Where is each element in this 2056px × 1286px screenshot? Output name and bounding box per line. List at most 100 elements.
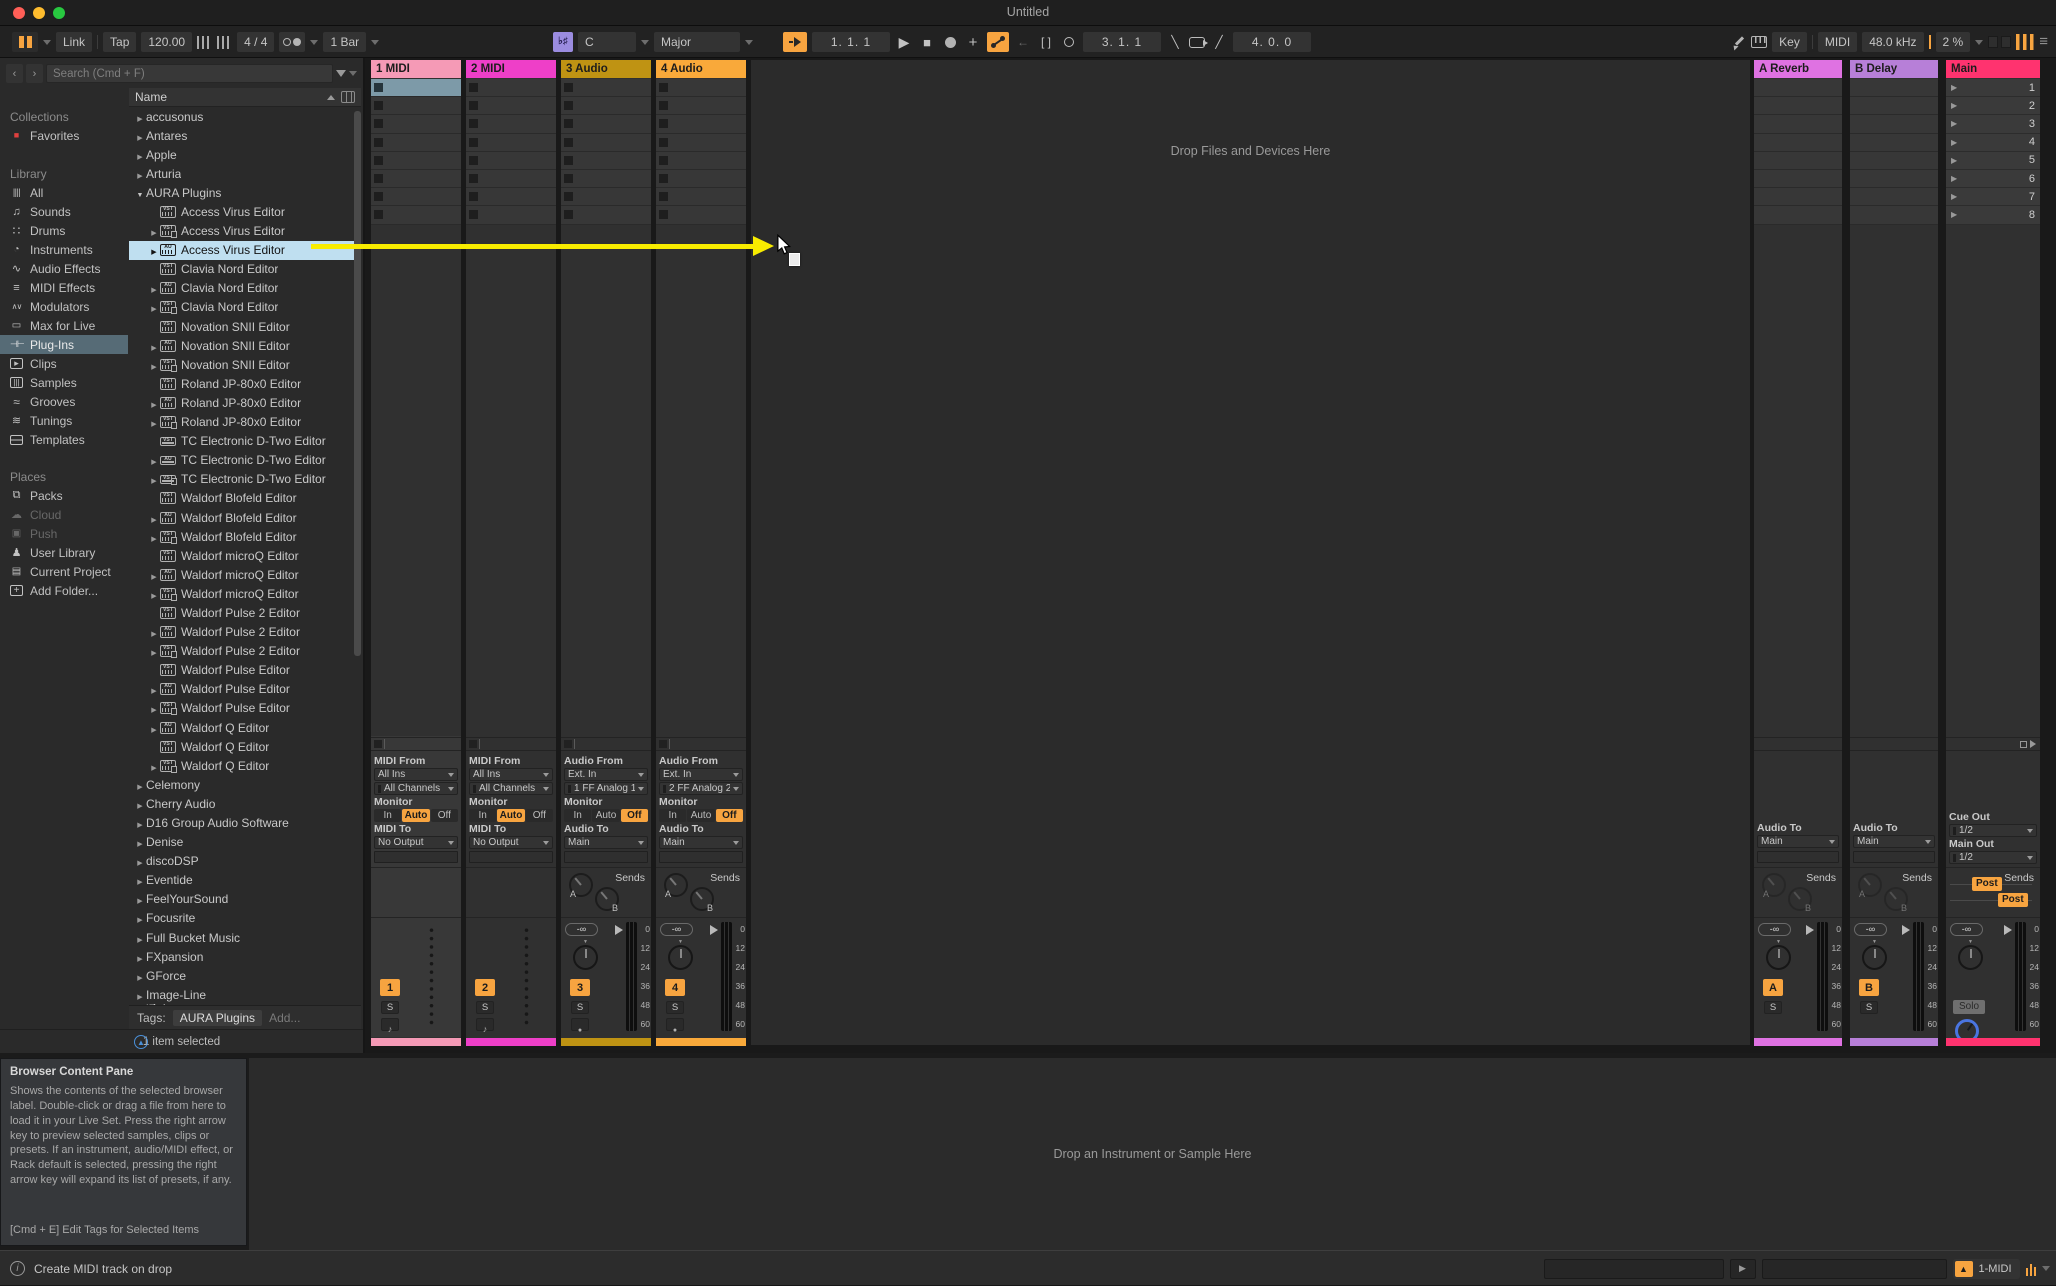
key-map-button[interactable]: Key (1772, 32, 1807, 52)
scene-play-icon[interactable]: ▶ (1951, 156, 1957, 165)
sidebar-item[interactable]: Add Folder... (0, 581, 128, 600)
scene-slot[interactable]: ▶3 (1946, 115, 2040, 133)
clip-slot[interactable] (1850, 188, 1938, 206)
record-button[interactable] (941, 32, 959, 52)
stop-button[interactable]: ■ (918, 32, 936, 52)
expand-arrow-icon[interactable] (148, 759, 160, 773)
expand-arrow-icon[interactable] (134, 892, 146, 906)
fader-handle[interactable] (2004, 925, 2012, 935)
clip-slot[interactable] (656, 206, 746, 224)
monitor-off-button[interactable]: Off (526, 809, 553, 822)
scene-play-icon[interactable]: ▶ (1951, 83, 1957, 92)
monitor-auto-button[interactable]: Auto (687, 809, 714, 822)
clip-slot[interactable] (656, 134, 746, 152)
expand-arrow-icon[interactable] (148, 243, 160, 257)
root-note-menu[interactable]: C (578, 32, 636, 52)
play-button[interactable]: ▶ (895, 32, 913, 52)
tempo-display[interactable]: 120.00 (141, 32, 192, 52)
output-type-chooser[interactable]: Main (1757, 835, 1839, 848)
send-b-pre-post-toggle[interactable]: Post (1998, 893, 2028, 907)
tap-tempo-button[interactable]: Tap (103, 32, 136, 52)
clip-slot[interactable] (561, 188, 651, 206)
browser-item[interactable]: TC Electronic D-Two Editor (129, 432, 361, 451)
browser-item[interactable]: Clavia Nord Editor (129, 260, 361, 279)
send-b-knob[interactable]: B (690, 887, 714, 911)
sort-ascending-icon[interactable] (327, 95, 335, 100)
browser-item[interactable]: Waldorf Blofeld Editor (129, 489, 361, 508)
sidebar-item[interactable]: Sounds (0, 202, 128, 221)
browser-item[interactable]: Clavia Nord Editor (129, 279, 361, 298)
browser-item[interactable]: Eventide (129, 871, 361, 890)
volume-display[interactable]: -∞ (1950, 923, 1983, 936)
fader-handle[interactable] (710, 925, 718, 935)
solo-button[interactable]: S (666, 1001, 684, 1014)
input-type-chooser[interactable]: Ext. In (659, 768, 743, 781)
stop-all-clips-row[interactable] (1946, 737, 2040, 751)
browser-item[interactable]: Waldorf microQ Editor (129, 584, 361, 603)
punch-out-button[interactable]: ╱ (1210, 32, 1228, 52)
filter-icon[interactable] (336, 70, 346, 77)
chevron-down-icon[interactable] (349, 71, 357, 76)
follow-button[interactable] (783, 32, 807, 52)
search-input[interactable] (46, 64, 333, 83)
monitor-in-button[interactable]: In (564, 809, 591, 822)
computer-midi-keyboard-button[interactable] (1751, 36, 1767, 48)
expand-arrow-icon[interactable] (134, 873, 146, 887)
browser-item[interactable]: Waldorf Pulse Editor (129, 661, 361, 680)
sidebar-item[interactable]: Favorites (0, 126, 128, 145)
scene-play-icon[interactable]: ▶ (1951, 192, 1957, 201)
clip-stop-row[interactable] (656, 737, 746, 751)
browser-item[interactable]: Full Bucket Music (129, 928, 361, 947)
scene-play-icon[interactable]: ▶ (1951, 119, 1957, 128)
punch-in-button[interactable]: ╲ (1166, 32, 1184, 52)
clip-stop-button[interactable] (469, 101, 478, 110)
preview-toggle-icon[interactable]: ▲ (134, 1035, 148, 1049)
pan-knob[interactable] (668, 945, 693, 970)
clip-stop-button[interactable] (374, 138, 383, 147)
monitor-auto-button[interactable]: Auto (592, 809, 619, 822)
sidebar-item[interactable]: Cloud (0, 505, 128, 524)
clip-slot[interactable] (561, 97, 651, 115)
track-activator[interactable]: 2 (475, 979, 495, 996)
clip-slot[interactable] (656, 97, 746, 115)
track-header[interactable]: 4 Audio (656, 60, 746, 78)
clip-stop-button[interactable] (374, 101, 383, 110)
clip-slot[interactable] (1754, 206, 1842, 224)
monitor-off-button[interactable]: Off (431, 809, 458, 822)
return-activator[interactable]: A (1763, 979, 1783, 996)
capture-midi-button[interactable]: [ ] (1037, 32, 1055, 52)
input-type-chooser[interactable]: All Ins (374, 768, 458, 781)
add-tag-button[interactable]: Add... (269, 1011, 300, 1025)
clip-slot[interactable] (1754, 134, 1842, 152)
clip-slot[interactable] (656, 115, 746, 133)
solo-button[interactable]: S (381, 1001, 399, 1014)
clip-slot[interactable] (561, 152, 651, 170)
send-b-knob[interactable]: B (595, 887, 619, 911)
browser-item[interactable]: Apple (129, 145, 361, 164)
time-signature[interactable]: 4 / 4 (237, 32, 274, 52)
scene-play-icon[interactable]: ▶ (1951, 174, 1957, 183)
sidebar-item[interactable]: Plug-Ins (0, 335, 128, 354)
solo-button[interactable]: S (571, 1001, 589, 1014)
expand-arrow-icon[interactable] (148, 300, 160, 314)
input-type-chooser[interactable]: Ext. In (564, 768, 648, 781)
sidebar-item[interactable]: Grooves (0, 392, 128, 411)
send-b-knob[interactable]: B (1788, 887, 1812, 911)
pan-knob[interactable] (1958, 945, 1983, 970)
output-type-chooser[interactable]: Main (564, 836, 648, 849)
clip-slot[interactable] (371, 134, 461, 152)
track-header[interactable]: 1 MIDI (371, 60, 461, 78)
clip-slot[interactable] (371, 188, 461, 206)
fader-handle[interactable] (615, 925, 623, 935)
track-header[interactable]: 3 Audio (561, 60, 651, 78)
midi-overdub-button[interactable]: + (964, 32, 982, 52)
chevron-down-icon[interactable] (371, 40, 379, 45)
clip-slot[interactable] (466, 134, 556, 152)
expand-arrow-icon[interactable] (134, 911, 146, 925)
cue-out-chooser[interactable]: 1/2 (1949, 824, 2037, 837)
clip-slot[interactable] (466, 170, 556, 188)
sidebar-item[interactable]: Templates (0, 430, 128, 449)
expand-arrow-icon[interactable] (148, 453, 160, 467)
clip-stop-button[interactable] (469, 138, 478, 147)
main-out-chooser[interactable]: 1/2 (1949, 851, 2037, 864)
